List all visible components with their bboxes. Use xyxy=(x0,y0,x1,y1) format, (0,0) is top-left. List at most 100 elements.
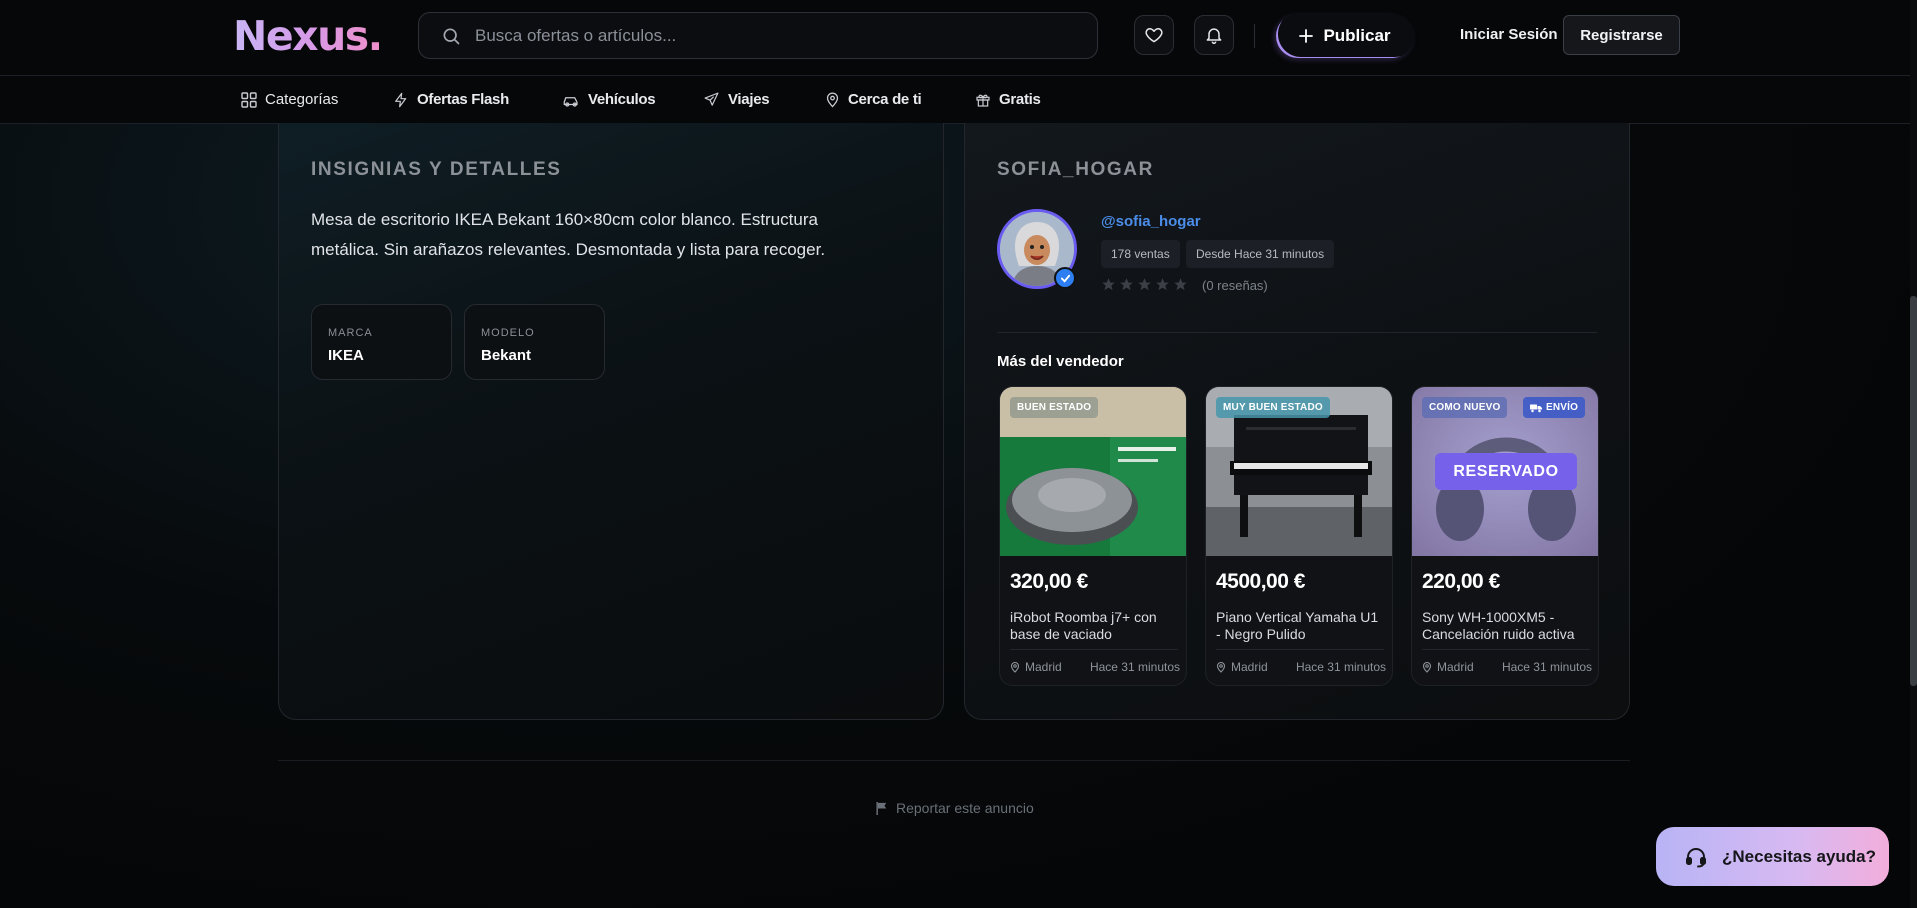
verified-badge-icon xyxy=(1054,267,1076,289)
nav-item-nearby[interactable]: Cerca de ti xyxy=(825,91,922,108)
header-divider xyxy=(1254,24,1255,48)
star-icon xyxy=(1156,278,1169,291)
posted-time: Hace 31 minutos xyxy=(1089,660,1180,674)
nav-label: Cerca de ti xyxy=(848,91,922,108)
seller-card: SOFIA_HOGAR @sofia_hogar 178 ventas Desd… xyxy=(964,123,1630,720)
product-meta: Madrid Hace 31 minutos xyxy=(1216,660,1386,674)
lightning-icon xyxy=(395,92,407,107)
plane-icon xyxy=(704,92,719,106)
product-card-piano[interactable]: MUY BUEN ESTADO 4500,00 € Piano Vertical… xyxy=(1205,386,1393,686)
nav-item-free[interactable]: Gratis xyxy=(975,91,1041,108)
nav-label: Vehículos xyxy=(588,91,656,108)
notifications-button[interactable] xyxy=(1194,15,1234,55)
spec-model: MODELO Bekant xyxy=(464,304,605,380)
card-divider xyxy=(1422,649,1590,650)
member-since-badge: Desde Hace 31 minutos xyxy=(1186,240,1335,268)
nav-item-travel[interactable]: Viajes xyxy=(703,91,770,108)
sales-count-badge: 178 ventas xyxy=(1101,240,1180,268)
nav-label: Ofertas Flash xyxy=(417,91,509,108)
login-link[interactable]: Iniciar Sesión xyxy=(1460,26,1558,43)
nav-label: Gratis xyxy=(999,91,1041,108)
shipping-badge: ENVÍO xyxy=(1523,397,1586,418)
help-chat-button[interactable]: ¿Necesitas ayuda? xyxy=(1656,827,1889,886)
product-title: Piano Vertical Yamaha U1 - Negro Pulido xyxy=(1216,609,1379,642)
product-meta: Madrid Hace 31 minutos xyxy=(1422,660,1592,674)
posted-time: Hace 31 minutos xyxy=(1295,660,1386,674)
scrollbar-thumb[interactable] xyxy=(1910,296,1917,686)
product-meta: Madrid Hace 31 minutos xyxy=(1010,660,1180,674)
publish-button[interactable]: Publicar xyxy=(1276,14,1414,58)
location-label: Madrid xyxy=(1231,660,1268,674)
map-pin-icon xyxy=(826,92,839,108)
report-listing-link[interactable]: Reportar este anuncio xyxy=(876,800,1034,816)
card-divider xyxy=(1216,649,1384,650)
details-heading: INSIGNIAS Y DETALLES xyxy=(311,159,562,180)
nav-label: Viajes xyxy=(728,91,770,108)
star-icon xyxy=(1102,278,1115,291)
spec-value: IKEA xyxy=(328,347,364,364)
rating-stars xyxy=(1101,277,1188,292)
spec-brand: MARCA IKEA xyxy=(311,304,452,380)
register-button[interactable]: Registrarse xyxy=(1563,15,1680,55)
help-label: ¿Necesitas ayuda? xyxy=(1722,846,1877,866)
reviews-count: (0 reseñas) xyxy=(1202,278,1268,293)
star-icon xyxy=(1174,278,1187,291)
condition-badge: MUY BUEN ESTADO xyxy=(1216,397,1330,418)
star-icon xyxy=(1120,278,1133,291)
location: Madrid xyxy=(1216,660,1268,674)
location-label: Madrid xyxy=(1437,660,1474,674)
truck-icon xyxy=(1530,404,1542,412)
search-input[interactable] xyxy=(475,25,1035,46)
reserved-overlay: RESERVADO xyxy=(1435,453,1577,490)
category-nav: Categorías Ofertas Flash Vehículos Viaje… xyxy=(0,76,1917,124)
logo[interactable]: Nexus. xyxy=(233,12,383,60)
product-price: 320,00 € xyxy=(1010,570,1088,593)
section-divider xyxy=(997,332,1597,333)
grid-icon xyxy=(241,91,257,108)
seller-handle-link[interactable]: @sofia_hogar xyxy=(1101,213,1201,230)
search-bar[interactable] xyxy=(418,12,1098,59)
nav-label: Categorías xyxy=(265,91,339,108)
star-icon xyxy=(1138,278,1151,291)
nav-item-vehicles[interactable]: Vehículos xyxy=(562,91,656,108)
search-icon xyxy=(443,28,460,44)
heart-icon xyxy=(1145,28,1163,43)
location: Madrid xyxy=(1010,660,1062,674)
card-divider xyxy=(1010,649,1178,650)
favorites-button[interactable] xyxy=(1134,15,1174,55)
headset-icon xyxy=(1686,847,1706,867)
publish-label: Publicar xyxy=(1323,26,1391,45)
condition-badge: COMO NUEVO xyxy=(1422,397,1508,418)
product-title: iRobot Roomba j7+ con base de vaciado xyxy=(1010,609,1157,642)
plus-icon xyxy=(1299,29,1314,43)
nav-item-categories[interactable]: Categorías xyxy=(241,91,338,108)
map-pin-icon xyxy=(1422,661,1432,673)
nav-item-flash-deals[interactable]: Ofertas Flash xyxy=(393,91,509,108)
more-from-seller-title: Más del vendedor xyxy=(997,353,1124,370)
details-card: INSIGNIAS Y DETALLES Mesa de escritorio … xyxy=(278,123,944,720)
footer-divider xyxy=(278,760,1630,761)
product-card-headphones[interactable]: COMO NUEVO ENVÍO RESERVADO 220,00 € Sony… xyxy=(1411,386,1599,686)
item-description: Mesa de escritorio IKEA Bekant 160×80cm … xyxy=(311,210,826,259)
shipping-label: ENVÍO xyxy=(1546,402,1579,413)
spec-value: Bekant xyxy=(481,347,532,364)
condition-badge: BUEN ESTADO xyxy=(1010,397,1099,418)
spec-label: MODELO xyxy=(481,327,535,339)
bell-icon xyxy=(1206,28,1222,45)
gift-icon xyxy=(976,94,990,107)
car-icon xyxy=(563,96,578,107)
seller-heading: SOFIA_HOGAR xyxy=(997,159,1154,180)
product-price: 4500,00 € xyxy=(1216,570,1305,593)
product-price: 220,00 € xyxy=(1422,570,1500,593)
product-title: Sony WH-1000XM5 - Cancelación ruido acti… xyxy=(1422,609,1575,642)
map-pin-icon xyxy=(1010,661,1020,673)
report-label: Reportar este anuncio xyxy=(896,800,1034,816)
location-label: Madrid xyxy=(1025,660,1062,674)
map-pin-icon xyxy=(1216,661,1226,673)
spec-label: MARCA xyxy=(328,327,373,339)
top-header: Nexus. Publicar Iniciar Sesión Registrar… xyxy=(0,0,1917,76)
location: Madrid xyxy=(1422,660,1474,674)
flag-icon xyxy=(876,801,887,815)
posted-time: Hace 31 minutos xyxy=(1501,660,1592,674)
product-card-roomba[interactable]: BUEN ESTADO 320,00 € iRobot Roomba j7+ c… xyxy=(999,386,1187,686)
